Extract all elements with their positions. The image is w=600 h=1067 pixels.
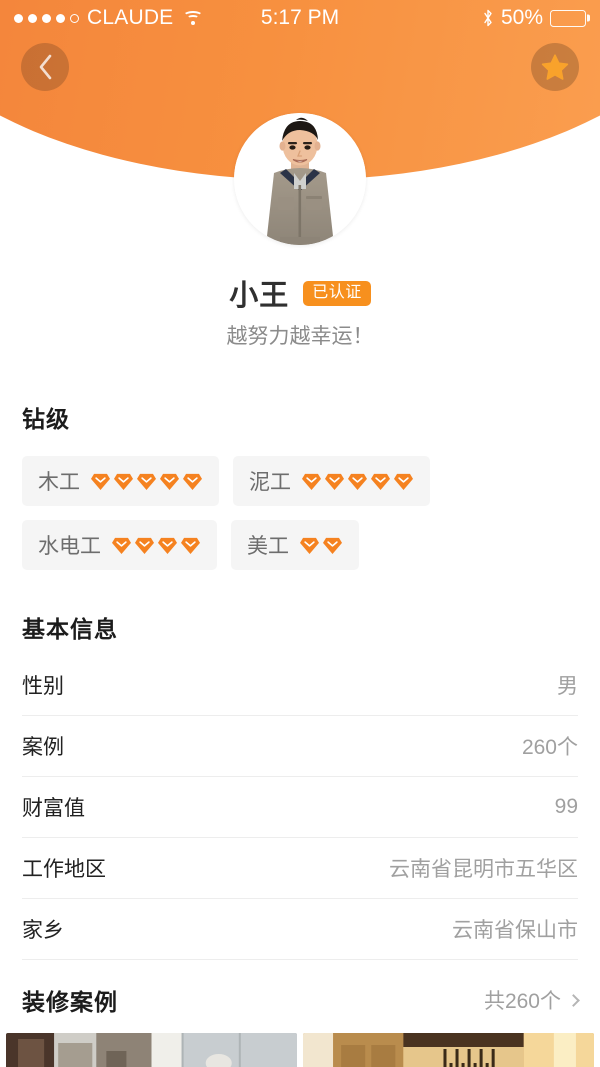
diamond-icon	[325, 473, 344, 490]
diamond-icon	[158, 537, 177, 554]
profile-name-row: 小王 已认证	[0, 272, 600, 314]
skill-chip-label: 木工	[38, 471, 80, 494]
skill-chip: 泥工	[233, 456, 430, 506]
profile-tagline: 越努力越幸运！	[226, 325, 374, 348]
info-row-value: 云南省保山市	[452, 919, 578, 942]
status-bar-clock: 5:17 PM	[260, 6, 340, 29]
diamond-section-title: 钻级	[22, 406, 70, 432]
info-row: 工作地区 云南省昆明市五华区	[22, 838, 578, 899]
skill-level-gems	[299, 536, 343, 555]
info-row: 性别 男	[22, 655, 578, 716]
case-thumbnail[interactable]	[303, 1033, 594, 1067]
status-bar-left: CLAUDE	[14, 6, 261, 30]
info-row-value: 99	[554, 795, 578, 818]
skill-level-gems	[301, 472, 414, 491]
info-row-value: 云南省昆明市五华区	[389, 858, 578, 881]
diamond-icon	[323, 537, 342, 554]
skill-chip: 美工	[231, 520, 359, 570]
battery-percent-label: 50%	[500, 6, 543, 29]
battery-icon	[550, 9, 586, 27]
info-row-label: 财富值	[22, 797, 85, 820]
star-icon	[541, 53, 569, 80]
verified-badge: 已认证	[303, 280, 371, 306]
skill-chip-label: 泥工	[249, 471, 291, 494]
info-row-value: 男	[557, 675, 578, 698]
wifi-icon	[183, 10, 204, 26]
diamond-icon	[348, 473, 367, 490]
diamond-icon	[371, 473, 390, 490]
chevron-right-icon	[567, 993, 580, 1007]
case-thumbnail[interactable]	[6, 1033, 297, 1067]
diamond-icon	[302, 473, 321, 490]
diamond-icon	[137, 473, 156, 490]
status-bar-right: 50%	[339, 6, 586, 30]
info-row: 案例 260个	[22, 716, 578, 777]
diamond-icon	[394, 473, 413, 490]
page-title: 小王	[229, 280, 290, 312]
diamond-icon	[181, 537, 200, 554]
skill-level-gems	[111, 536, 201, 555]
info-row-label: 工作地区	[22, 858, 106, 881]
status-bar: CLAUDE 5:17 PM 50%	[0, 0, 600, 36]
cases-section-header[interactable]: 装修案例 共260个	[22, 975, 580, 1025]
diamond-icon	[114, 473, 133, 490]
info-row-value: 260个	[521, 736, 578, 759]
info-row: 财富值 99	[22, 777, 578, 838]
skill-chip-list: 木工 泥工水电工 美工	[22, 456, 578, 570]
carrier-label: CLAUDE	[87, 6, 174, 29]
cases-section-title: 装修案例	[22, 989, 118, 1015]
diamond-icon	[91, 473, 110, 490]
skill-level-gems	[90, 472, 203, 491]
cases-count-label: 共260个	[483, 990, 561, 1013]
info-row-label: 性别	[22, 675, 64, 698]
diamond-icon	[183, 473, 202, 490]
skill-chip: 木工	[22, 456, 219, 506]
back-button[interactable]	[21, 43, 69, 91]
diamond-icon	[135, 537, 154, 554]
skill-chip-label: 水电工	[38, 535, 101, 558]
skill-chip-label: 美工	[247, 535, 289, 558]
interior-photo-golden-chandelier	[303, 1033, 594, 1067]
diamond-icon	[160, 473, 179, 490]
diamond-icon	[112, 537, 131, 554]
signal-strength-icon	[14, 13, 79, 23]
chevron-left-icon	[39, 54, 51, 80]
info-row: 家乡 云南省保山市	[22, 899, 578, 960]
avatar-photo	[234, 113, 366, 245]
basic-info-section-title: 基本信息	[22, 616, 118, 642]
case-thumbnail-strip	[6, 1033, 594, 1067]
basic-info-list: 性别 男案例 260个财富值 99 工作地区 云南省昆明市五华区家乡 云南省保山市	[22, 655, 578, 960]
cases-section-more[interactable]: 共260个	[483, 985, 580, 1015]
avatar[interactable]	[234, 113, 366, 245]
skill-chip: 水电工	[22, 520, 217, 570]
interior-photo-grey-hallway	[6, 1033, 297, 1067]
favorite-button[interactable]	[531, 43, 579, 91]
diamond-icon	[300, 537, 319, 554]
bluetooth-icon	[482, 9, 494, 27]
info-row-label: 案例	[22, 736, 64, 759]
info-row-label: 家乡	[22, 919, 64, 942]
profile-screen: CLAUDE 5:17 PM 50% 小王 已认证 越努力越幸运！ 钻级 木工 …	[0, 0, 600, 1067]
